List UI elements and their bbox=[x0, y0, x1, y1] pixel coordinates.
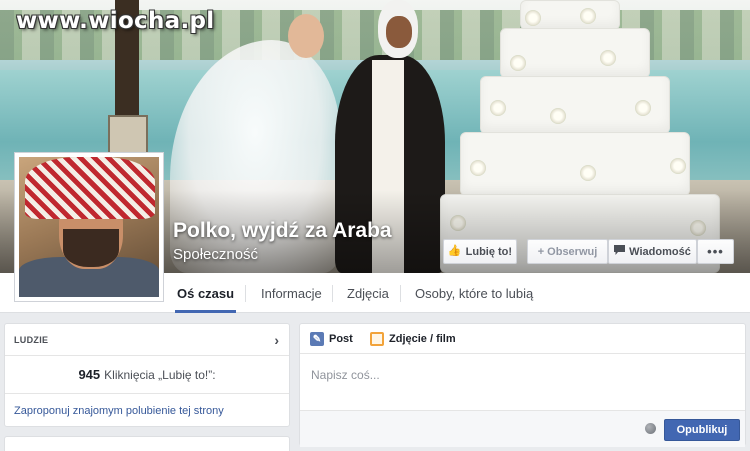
composer-tab-post[interactable]: ✎ Post bbox=[310, 332, 353, 346]
globe-icon[interactable] bbox=[645, 423, 656, 434]
profile-photo bbox=[19, 157, 159, 297]
cake-rose bbox=[510, 55, 526, 71]
tab-separator bbox=[400, 285, 401, 302]
thumbs-up-icon: 👍 bbox=[447, 245, 462, 257]
watermark-text: www.wiocha.pl bbox=[16, 8, 215, 34]
tab-separator bbox=[332, 285, 333, 302]
cake-rose bbox=[490, 100, 506, 116]
message-button-label: Wiadomość bbox=[629, 245, 691, 258]
tab-photos[interactable]: Zdjęcia bbox=[347, 273, 389, 313]
card-divider bbox=[5, 355, 289, 356]
chevron-right-icon[interactable]: › bbox=[274, 332, 279, 348]
people-card: LUDZIE › 945 Kliknięcia „Lubię to!”: Zapr… bbox=[4, 323, 290, 427]
secondary-card bbox=[4, 436, 290, 451]
like-button[interactable]: 👍 Lubię to! bbox=[443, 239, 517, 264]
cake-rose bbox=[525, 10, 541, 26]
likes-count: 945 bbox=[78, 367, 101, 382]
profile-picture[interactable] bbox=[14, 152, 164, 302]
likes-summary: 945 Kliknięcia „Lubię to!”: bbox=[5, 367, 289, 382]
profile-headscarf bbox=[25, 157, 155, 219]
composer-footer: Opublikuj bbox=[300, 410, 745, 447]
page-title[interactable]: Polko, wyjdź za Araba bbox=[173, 219, 392, 243]
page-category[interactable]: Społeczność bbox=[173, 246, 258, 263]
pencil-icon: ✎ bbox=[310, 332, 324, 346]
tab-likes[interactable]: Osoby, które to lubią bbox=[415, 273, 533, 313]
composer-tabs: ✎ Post Zdjęcie / film bbox=[300, 324, 745, 354]
tab-separator bbox=[245, 285, 246, 302]
cake-rose bbox=[635, 100, 651, 116]
cake-rose bbox=[600, 50, 616, 66]
profile-beard bbox=[63, 229, 119, 267]
cake-tier bbox=[500, 28, 650, 78]
likes-label: Kliknięcia „Lubię to!”: bbox=[104, 368, 216, 382]
photo-icon bbox=[370, 332, 384, 346]
follow-button-label: + Obserwuj bbox=[537, 245, 598, 258]
composer-input[interactable]: Napisz coś... bbox=[311, 368, 380, 382]
speech-bubble-icon bbox=[614, 245, 626, 258]
follow-button[interactable]: + Obserwuj bbox=[527, 239, 608, 264]
composer-tab-photo[interactable]: Zdjęcie / film bbox=[370, 332, 456, 346]
tab-about[interactable]: Informacje bbox=[261, 273, 322, 313]
cake-rose bbox=[580, 8, 596, 24]
cake-rose bbox=[580, 165, 596, 181]
cake-rose bbox=[550, 108, 566, 124]
more-options-button[interactable]: ••• bbox=[697, 239, 734, 264]
cake-rose bbox=[670, 158, 686, 174]
publish-button[interactable]: Opublikuj bbox=[664, 419, 740, 441]
post-composer: ✎ Post Zdjęcie / film Napisz coś... Opub… bbox=[299, 323, 746, 447]
invite-friends-link[interactable]: Zaproponuj znajomym polubienie tej stron… bbox=[14, 405, 224, 417]
cover-lamp bbox=[108, 115, 148, 155]
card-divider bbox=[5, 393, 289, 394]
tab-timeline[interactable]: Oś czasu bbox=[174, 273, 237, 313]
groom-face bbox=[386, 16, 412, 48]
bride-head bbox=[288, 14, 324, 58]
composer-tab-photo-label: Zdjęcie / film bbox=[389, 333, 456, 345]
message-button[interactable]: Wiadomość bbox=[608, 239, 697, 264]
people-card-header[interactable]: LUDZIE bbox=[14, 335, 48, 345]
cake-rose bbox=[470, 160, 486, 176]
composer-tab-post-label: Post bbox=[329, 333, 353, 345]
like-button-label: Lubię to! bbox=[465, 245, 513, 258]
cake-tier bbox=[460, 132, 690, 196]
